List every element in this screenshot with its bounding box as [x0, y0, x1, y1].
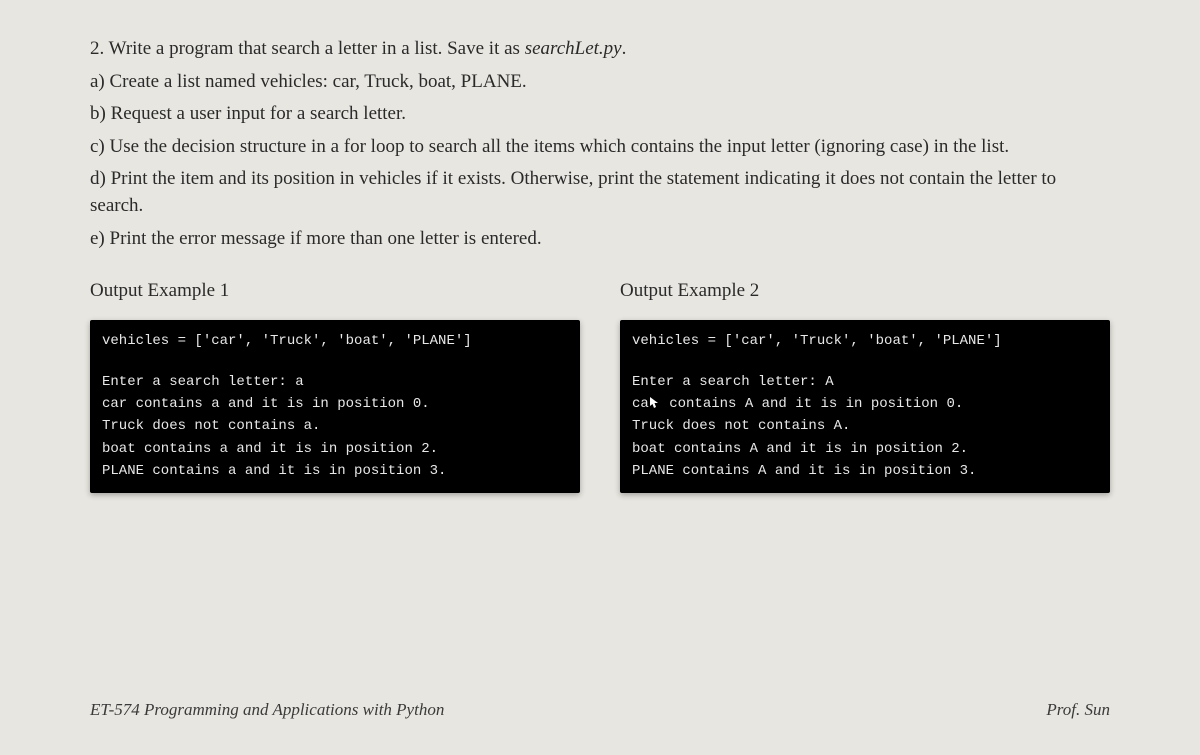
step-b: b) Request a user input for a search let…	[90, 101, 1110, 128]
examples-row: Output Example 1 vehicles = ['car', 'Tru…	[90, 280, 1110, 492]
footer-course: ET-574 Programming and Applications with…	[90, 700, 444, 720]
example1-title: Output Example 1	[90, 280, 580, 302]
t1-plane: PLANE contains a and it is in position 3…	[102, 463, 446, 479]
intro-end: .	[622, 38, 627, 59]
problem-intro-line: 2. Write a program that search a letter …	[90, 36, 1110, 63]
footer: ET-574 Programming and Applications with…	[90, 700, 1110, 720]
terminal-1: vehicles = ['car', 'Truck', 'boat', 'PLA…	[90, 320, 580, 492]
t1-car: car contains a and it is in position 0.	[102, 396, 430, 412]
step-c: c) Use the decision structure in a for l…	[90, 134, 1110, 161]
t2-gap	[632, 353, 1098, 371]
t2-vehicles: vehicles = ['car', 'Truck', 'boat', 'PLA…	[632, 333, 1002, 349]
step-a: a) Create a list named vehicles: car, Tr…	[90, 69, 1110, 96]
t2-truck: Truck does not contains A.	[632, 418, 850, 434]
t1-vehicles: vehicles = ['car', 'Truck', 'boat', 'PLA…	[102, 333, 472, 349]
output-example-2: Output Example 2 vehicles = ['car', 'Tru…	[620, 280, 1110, 492]
step-e: e) Print the error message if more than …	[90, 226, 1110, 253]
intro-text: 2. Write a program that search a letter …	[90, 38, 525, 59]
cursor-icon	[649, 396, 661, 410]
output-example-1: Output Example 1 vehicles = ['car', 'Tru…	[90, 280, 580, 492]
filename: searchLet.py	[525, 38, 622, 59]
t2-car-pre: ca	[632, 396, 649, 412]
terminal-2: vehicles = ['car', 'Truck', 'boat', 'PLA…	[620, 320, 1110, 492]
problem-statement: 2. Write a program that search a letter …	[90, 36, 1110, 252]
page: 2. Write a program that search a letter …	[0, 0, 1200, 755]
step-d: d) Print the item and its position in ve…	[90, 166, 1110, 219]
t1-gap	[102, 353, 568, 371]
t1-boat: boat contains a and it is in position 2.	[102, 441, 438, 457]
t2-boat: boat contains A and it is in position 2.	[632, 441, 968, 457]
t1-enter: Enter a search letter: a	[102, 374, 304, 390]
t2-plane: PLANE contains A and it is in position 3…	[632, 463, 976, 479]
t1-truck: Truck does not contains a.	[102, 418, 320, 434]
t2-enter: Enter a search letter: A	[632, 374, 834, 390]
footer-prof: Prof. Sun	[1046, 700, 1110, 720]
t2-car-post: contains A and it is in position 0.	[661, 396, 963, 412]
example2-title: Output Example 2	[620, 280, 1110, 302]
